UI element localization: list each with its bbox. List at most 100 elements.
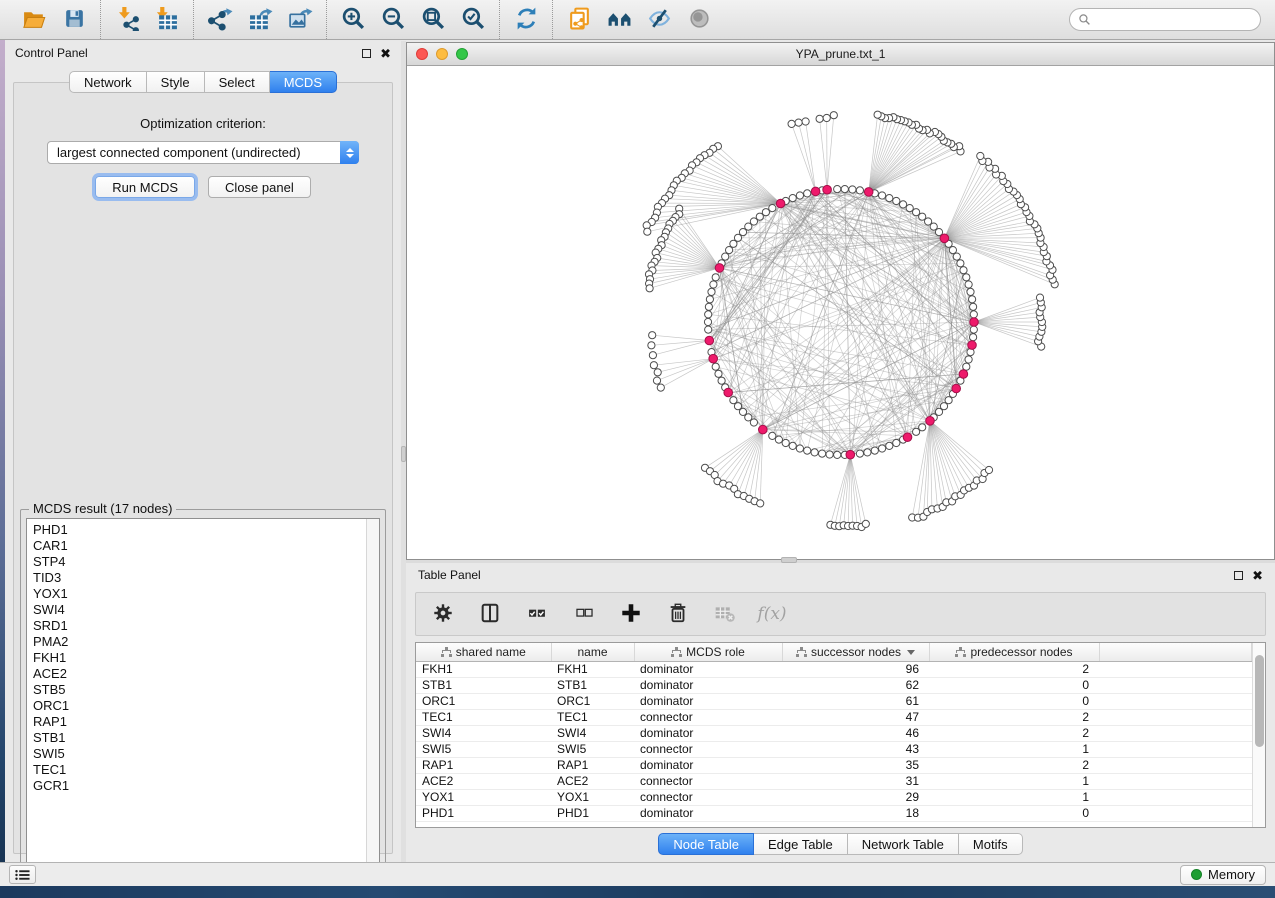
graph-node[interactable] (919, 424, 926, 431)
table-cell[interactable]: STB1 (551, 677, 634, 693)
run-mcds-button[interactable]: Run MCDS (95, 176, 195, 198)
mcds-result-item[interactable]: FKH1 (33, 650, 366, 666)
tab-mcds[interactable]: MCDS (270, 71, 337, 93)
table-cell[interactable]: 2 (929, 725, 1099, 741)
graph-node[interactable] (730, 240, 737, 247)
mcds-result-item[interactable]: STB5 (33, 682, 366, 698)
graph-node[interactable] (816, 115, 823, 122)
table-cell[interactable]: SWI4 (416, 725, 551, 741)
table-cell[interactable]: TEC1 (551, 709, 634, 725)
tab-network-table[interactable]: Network Table (848, 833, 959, 855)
network-graph-canvas[interactable] (407, 66, 1274, 559)
table-row[interactable]: RAP1RAP1dominator352 (416, 757, 1252, 773)
graph-node[interactable] (649, 352, 656, 359)
graph-node[interactable] (1036, 294, 1043, 301)
sort-chevron-icon[interactable] (907, 650, 915, 655)
table-cell[interactable]: 0 (929, 677, 1099, 693)
graph-hub-node[interactable] (846, 450, 855, 459)
tab-motifs[interactable]: Motifs (959, 833, 1023, 855)
table-cell[interactable]: ORC1 (551, 693, 634, 709)
tab-node-table[interactable]: Node Table (658, 833, 754, 855)
table-cell[interactable]: 43 (782, 741, 929, 757)
column-header-successor-nodes[interactable]: successor nodes (782, 643, 929, 661)
graph-node[interactable] (644, 228, 651, 235)
import-table-button[interactable] (147, 4, 187, 36)
graph-node[interactable] (788, 120, 795, 127)
graph-node[interactable] (722, 253, 729, 260)
graph-node[interactable] (965, 356, 972, 363)
graph-hub-node[interactable] (926, 417, 935, 426)
graph-node[interactable] (769, 432, 776, 439)
graph-node[interactable] (871, 447, 878, 454)
graph-node[interactable] (826, 451, 833, 458)
optimization-criterion-dropdown[interactable]: largest connected component (undirected) (47, 141, 359, 164)
graph-hub-node[interactable] (823, 185, 832, 194)
refresh-layout-button[interactable] (506, 4, 546, 36)
table-cell[interactable]: ORC1 (416, 693, 551, 709)
table-cell[interactable]: STB1 (416, 677, 551, 693)
graph-node[interactable] (795, 119, 802, 126)
graph-node[interactable] (957, 260, 964, 267)
graph-node[interactable] (970, 334, 977, 341)
graph-hub-node[interactable] (759, 425, 768, 434)
graph-node[interactable] (712, 274, 719, 281)
graph-node[interactable] (646, 285, 653, 292)
table-row[interactable]: STB1STB1dominator620 (416, 677, 1252, 693)
mcds-result-item[interactable]: SWI4 (33, 602, 366, 618)
close-panel-button[interactable]: Close panel (208, 176, 311, 198)
table-cell[interactable]: 1 (929, 741, 1099, 757)
mcds-result-item[interactable]: SRD1 (33, 618, 366, 634)
table-cell[interactable]: 1 (929, 789, 1099, 805)
graph-node[interactable] (811, 449, 818, 456)
table-cell[interactable]: 18 (782, 805, 929, 821)
graph-node[interactable] (886, 195, 893, 202)
table-cell[interactable]: 29 (782, 789, 929, 805)
table-cell[interactable]: dominator (634, 725, 782, 741)
graph-node[interactable] (782, 439, 789, 446)
mcds-result-item[interactable]: ORC1 (33, 698, 366, 714)
export-image-button[interactable] (280, 4, 320, 36)
table-cell[interactable]: PHD1 (551, 805, 634, 821)
graph-node[interactable] (886, 442, 893, 449)
graph-hub-node[interactable] (776, 199, 785, 208)
graph-node[interactable] (856, 450, 863, 457)
table-row[interactable]: ORC1ORC1dominator610 (416, 693, 1252, 709)
graph-node[interactable] (970, 326, 977, 333)
graph-node[interactable] (834, 451, 841, 458)
graph-hub-node[interactable] (709, 354, 718, 363)
table-row[interactable]: SWI4SWI4dominator462 (416, 725, 1252, 741)
table-cell[interactable]: 2 (929, 661, 1099, 677)
table-cell[interactable]: TEC1 (416, 709, 551, 725)
table-cell[interactable]: 47 (782, 709, 929, 725)
table-cell[interactable]: YOX1 (551, 789, 634, 805)
float-panel-icon[interactable] (362, 49, 371, 58)
graph-node[interactable] (726, 247, 733, 254)
graph-node[interactable] (715, 370, 722, 377)
table-cell[interactable]: 46 (782, 725, 929, 741)
table-cell[interactable]: connector (634, 741, 782, 757)
table-cell[interactable]: dominator (634, 677, 782, 693)
table-cell[interactable]: ACE2 (416, 773, 551, 789)
graph-node[interactable] (649, 332, 656, 339)
table-cell[interactable]: 35 (782, 757, 929, 773)
table-cell[interactable]: 61 (782, 693, 929, 709)
graph-node[interactable] (967, 288, 974, 295)
graph-node[interactable] (823, 114, 830, 121)
graph-hub-node[interactable] (715, 264, 724, 273)
result-list-scrollbar[interactable] (366, 519, 379, 871)
graph-node[interactable] (949, 247, 956, 254)
export-table-button[interactable] (240, 4, 280, 36)
import-network-button[interactable] (107, 4, 147, 36)
table-cell[interactable]: 2 (929, 709, 1099, 725)
graph-node[interactable] (654, 369, 661, 376)
graph-node[interactable] (960, 267, 967, 274)
table-row[interactable]: YOX1YOX1connector291 (416, 789, 1252, 805)
memory-button[interactable]: Memory (1180, 865, 1266, 885)
table-cell[interactable]: 31 (782, 773, 929, 789)
table-cell[interactable]: connector (634, 773, 782, 789)
graph-node[interactable] (970, 311, 977, 318)
open-file-button[interactable] (14, 4, 54, 36)
table-cell[interactable]: 2 (929, 757, 1099, 773)
graph-node[interactable] (864, 449, 871, 456)
graph-node[interactable] (969, 296, 976, 303)
